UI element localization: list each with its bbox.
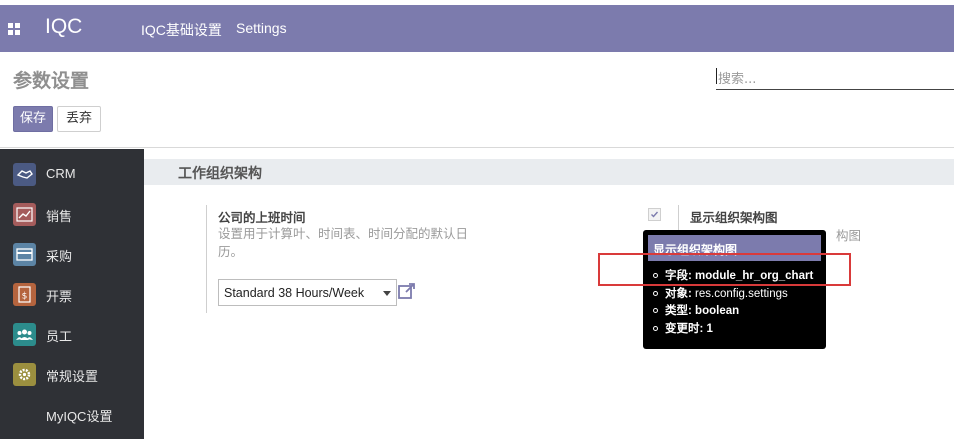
top-navbar: IQC IQC基础设置 Settings bbox=[0, 5, 954, 52]
setting-heading: 公司的上班时间 bbox=[218, 210, 306, 225]
sidebar-item-label: 开票 bbox=[46, 289, 73, 304]
field-tooltip: 显示组织架构图 字段: module_hr_org_chart 对象: res.… bbox=[643, 230, 826, 349]
setting-heading: 显示组织架构图 bbox=[690, 210, 778, 225]
working-hours-select[interactable]: Standard 38 Hours/Week bbox=[218, 279, 397, 306]
invoice-dollar-icon: $ bbox=[13, 283, 36, 306]
control-panel: 参数设置 搜索... 保存 丢弃 bbox=[0, 52, 954, 148]
bullet-icon bbox=[653, 308, 658, 314]
tooltip-value: res.config.settings bbox=[695, 287, 788, 300]
org-chart-checkbox[interactable] bbox=[648, 208, 661, 221]
bullet-icon bbox=[653, 290, 658, 296]
people-icon bbox=[13, 323, 36, 346]
sidebar-item-employees[interactable]: 员工 bbox=[0, 315, 144, 355]
annotation-highlight-box bbox=[598, 253, 851, 286]
tooltip-key: 对象: bbox=[665, 287, 692, 300]
tooltip-key: 类型: bbox=[665, 305, 692, 317]
app-brand[interactable]: IQC bbox=[45, 15, 82, 39]
tooltip-row: 变更时: 1 bbox=[653, 321, 813, 339]
sidebar-item-purchase[interactable]: 采购 bbox=[0, 235, 144, 275]
search-input[interactable]: 搜索... bbox=[716, 64, 954, 90]
sidebar-item-sales[interactable]: 销售 bbox=[0, 195, 144, 235]
tooltip-row: 对象: res.config.settings bbox=[653, 286, 813, 304]
section-title: 工作组织架构 bbox=[178, 166, 262, 182]
svg-text:$: $ bbox=[22, 292, 28, 302]
handshake-icon bbox=[13, 163, 36, 186]
sidebar-item-general-settings[interactable]: 常规设置 bbox=[0, 355, 144, 395]
search-placeholder: 搜索... bbox=[718, 72, 757, 87]
section-header: 工作组织架构 bbox=[144, 159, 954, 185]
page-title: 参数设置 bbox=[13, 70, 90, 92]
menu-item-settings[interactable]: Settings bbox=[236, 20, 287, 36]
external-link-icon[interactable] bbox=[397, 281, 417, 301]
sidebar-item-label: 销售 bbox=[46, 209, 73, 224]
tooltip-value: boolean bbox=[695, 305, 740, 317]
sidebar-item-label: MyIQC设置 bbox=[46, 409, 113, 424]
tooltip-key: 变更时: bbox=[665, 322, 704, 335]
sidebar-item-invoicing[interactable]: $ 开票 bbox=[0, 275, 144, 315]
credit-card-icon bbox=[13, 243, 36, 266]
chart-trend-icon bbox=[13, 203, 36, 226]
gear-icon bbox=[13, 363, 36, 386]
bullet-icon bbox=[653, 325, 658, 331]
setting-description: 设置用于计算叶、时间表、时间分配的默认日历。 bbox=[218, 226, 469, 259]
save-button[interactable]: 保存 bbox=[13, 106, 53, 132]
sidebar-item-label: CRM bbox=[46, 166, 76, 181]
sidebar-item-label: 员工 bbox=[46, 329, 73, 344]
caret-down-icon bbox=[383, 291, 391, 296]
select-value: Standard 38 Hours/Week bbox=[224, 286, 365, 300]
sidebar-item-label: 采购 bbox=[46, 249, 73, 264]
menu-item-iqc-basic-settings[interactable]: IQC基础设置 bbox=[141, 20, 222, 40]
sidebar-item-crm[interactable]: CRM bbox=[0, 155, 144, 195]
apps-grid-icon[interactable] bbox=[8, 23, 20, 35]
sidebar-item-myiqc-settings[interactable]: MyIQC设置 bbox=[0, 395, 144, 435]
text-caret bbox=[716, 68, 717, 84]
tooltip-value: 1 bbox=[706, 322, 713, 335]
setting-description: 构图 bbox=[836, 228, 862, 243]
settings-sidebar: CRM 销售 采购 $ 开票 员工 常规设置 MyIQC设置 bbox=[0, 149, 144, 439]
discard-button[interactable]: 丢弃 bbox=[57, 106, 101, 132]
setting-working-hours: 公司的上班时间 设置用于计算叶、时间表、时间分配的默认日历。 Standard … bbox=[206, 205, 506, 313]
settings-content: 工作组织架构 公司的上班时间 设置用于计算叶、时间表、时间分配的默认日历。 St… bbox=[144, 149, 954, 439]
sidebar-item-label: 常规设置 bbox=[46, 369, 99, 384]
tooltip-row: 类型: boolean bbox=[653, 303, 813, 321]
